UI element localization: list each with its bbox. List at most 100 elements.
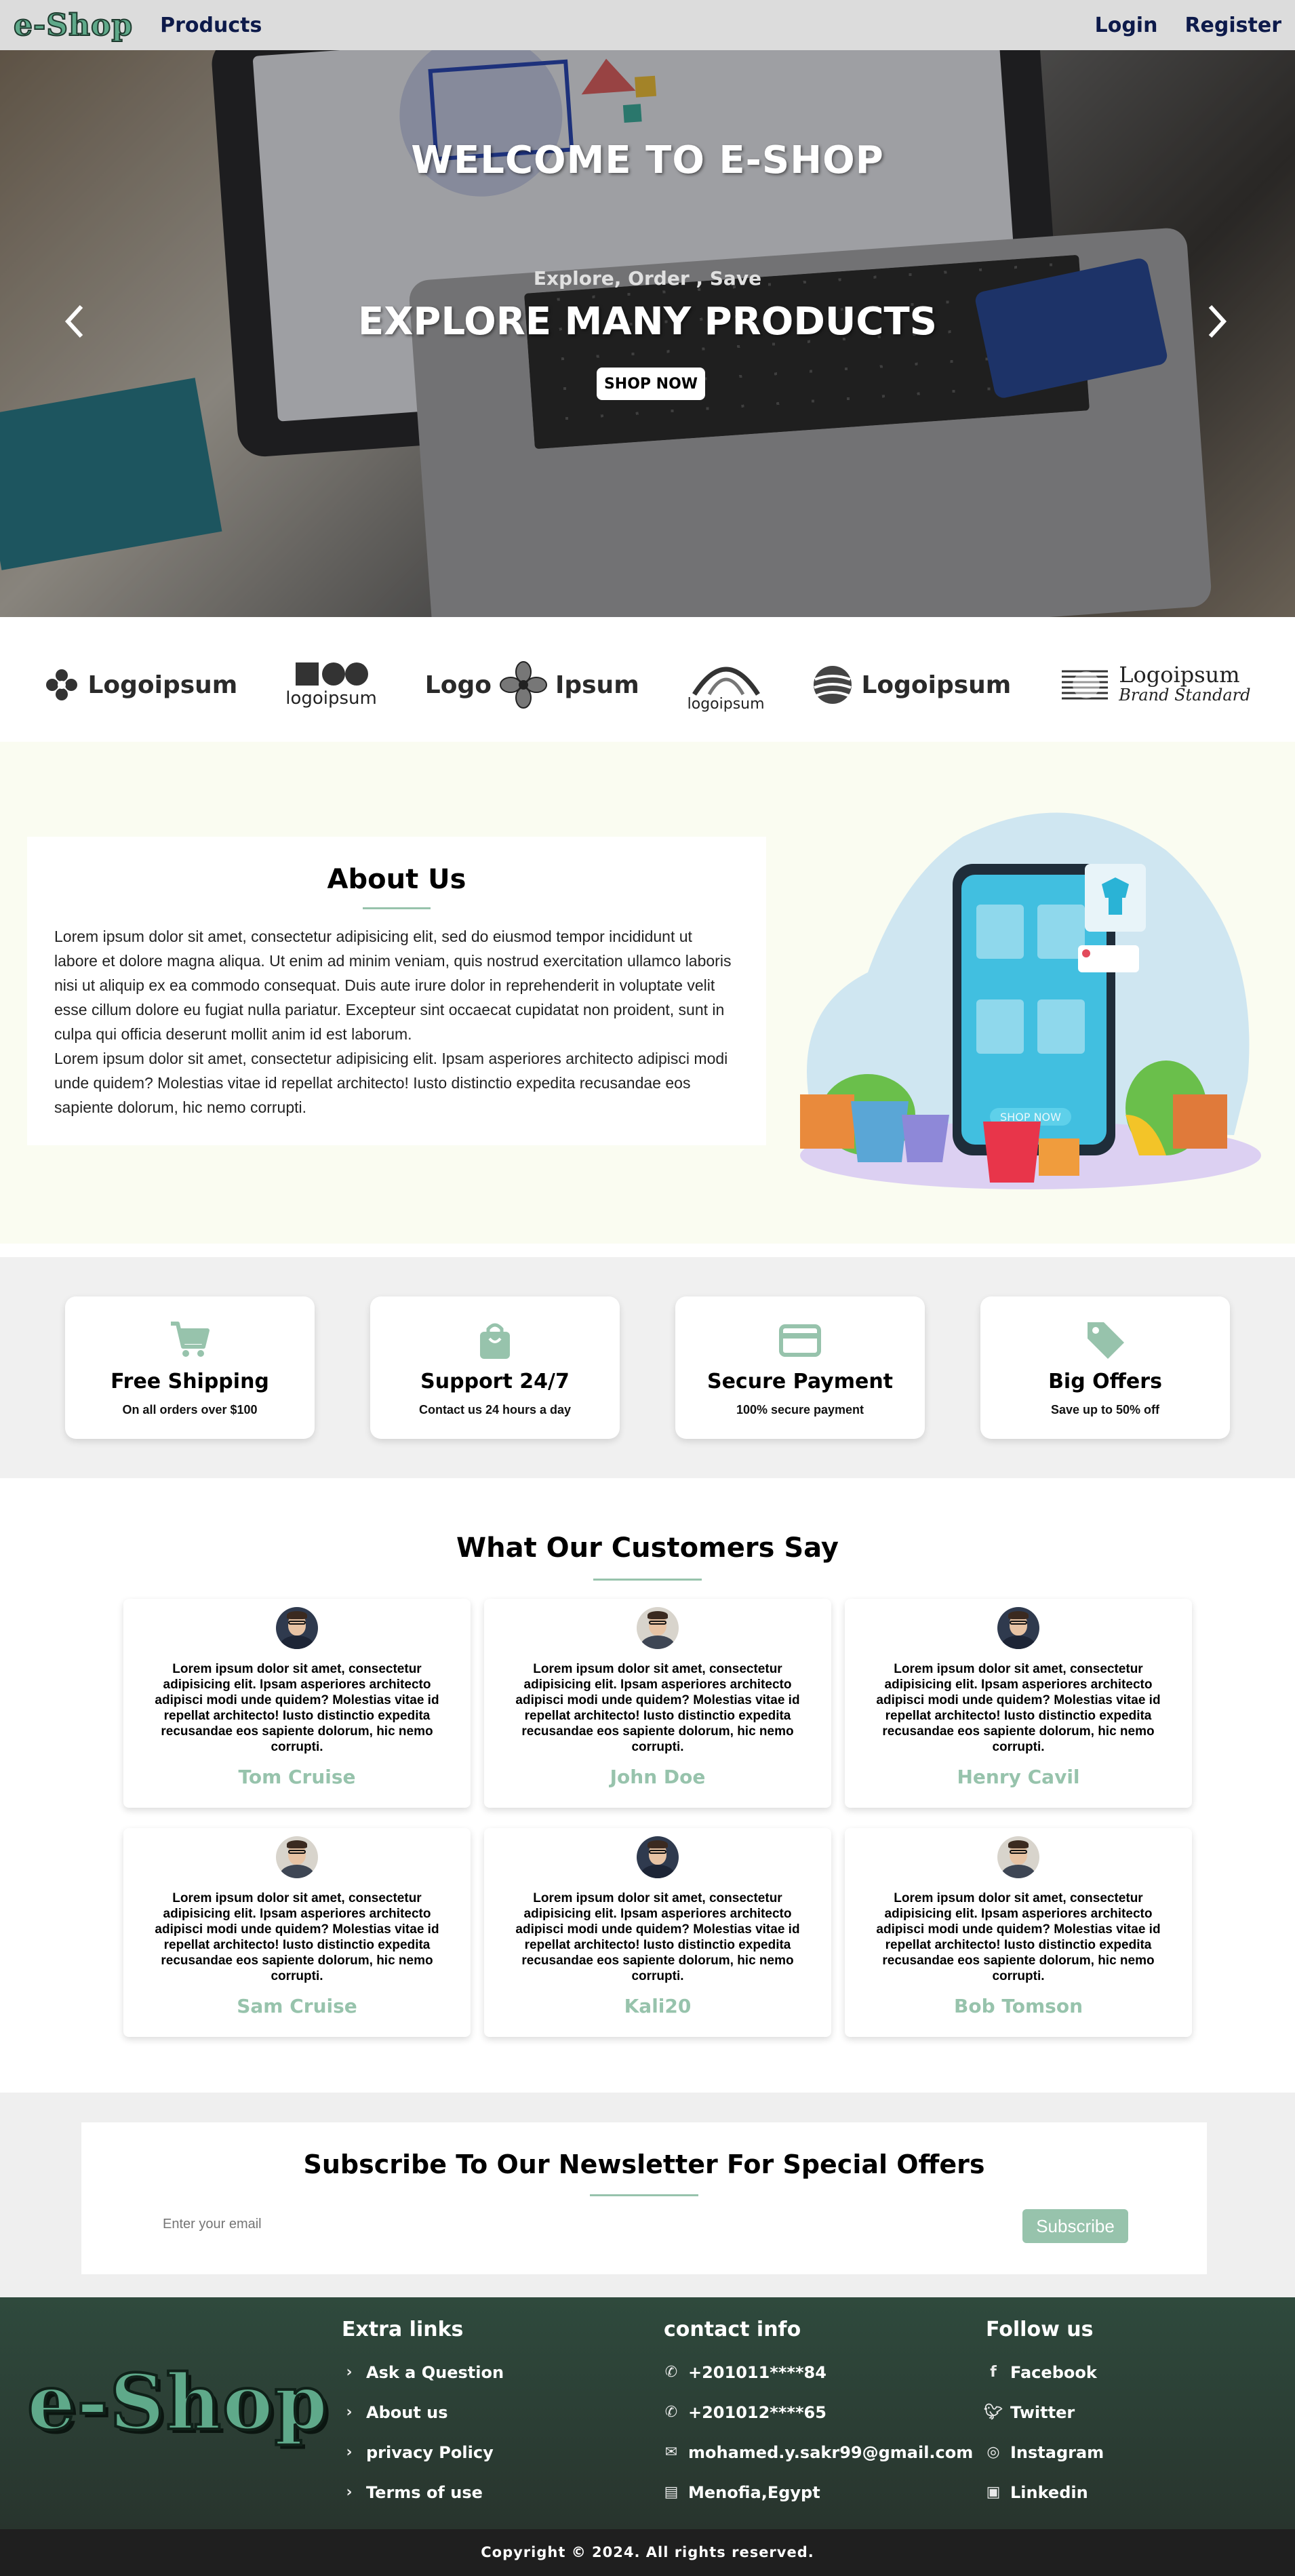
shop-now-button[interactable]: SHOP NOW bbox=[597, 368, 705, 400]
flower-logo-icon bbox=[46, 669, 78, 700]
hero-carousel: WELCOME TO E-SHOP Explore, Order , Save … bbox=[0, 50, 1295, 617]
testimonial-name: Sam Cruise bbox=[237, 1995, 357, 2017]
footer-follow-us: Follow us f Facebook 🐦︎ Twitter ◎ Instagram… bbox=[984, 2318, 1104, 2512]
about-text-box: About Us Lorem ipsum dolor sit amet, con… bbox=[27, 837, 766, 1145]
testimonials-title: What Our Customers Say bbox=[456, 1532, 839, 1564]
testimonial-card: Lorem ipsum dolor sit amet, consectetur … bbox=[123, 1599, 471, 1808]
footer-extra-links: Extra links › Ask a Question › About us › p… bbox=[342, 2318, 504, 2512]
nav-link-register[interactable]: Register bbox=[1184, 14, 1281, 37]
phone-icon: ✆ bbox=[664, 2404, 678, 2421]
footer-contact-phone-2[interactable]: ✆ +201012****65 bbox=[664, 2392, 973, 2432]
footer-link-terms[interactable]: › Terms of use bbox=[342, 2472, 504, 2512]
feature-card: Free Shipping On all orders over $100 bbox=[65, 1296, 315, 1439]
globe-logo-icon bbox=[814, 666, 852, 704]
footer-contact-email[interactable]: ✉ mohamed.y.sakr99@gmail.com bbox=[664, 2432, 974, 2472]
testimonial-name: Kali20 bbox=[624, 1995, 692, 2017]
newsletter-box: Subscribe To Our Newsletter For Special … bbox=[81, 2122, 1207, 2274]
brand-logo-text: Logo bbox=[424, 671, 492, 699]
footer-social-instagram[interactable]: ◎ Instagram bbox=[986, 2432, 1104, 2472]
footer-contact-label: Menofia,Egypt bbox=[688, 2482, 820, 2502]
map-icon: ▤ bbox=[664, 2484, 679, 2501]
subscribe-button[interactable]: Subscribe bbox=[1022, 2209, 1128, 2243]
footer-social-label: Facebook bbox=[1010, 2362, 1097, 2382]
brand-logo-text: logoipsum bbox=[687, 695, 765, 713]
facebook-icon: f bbox=[990, 2364, 997, 2381]
brand-logo-3: Logo Ipsum bbox=[425, 661, 639, 709]
brand-logo-tagline: Brand Standard bbox=[1119, 686, 1251, 705]
twitter-icon: 🐦︎ bbox=[984, 2404, 1003, 2421]
about-title: About Us bbox=[327, 864, 466, 895]
footer-social-facebook[interactable]: f Facebook bbox=[986, 2352, 1104, 2392]
footer-column-title: Follow us bbox=[986, 2318, 1094, 2341]
brand-logos-strip: Logoipsum logoipsum Logo Ipsum logoipsum bbox=[0, 628, 1295, 742]
testimonial-text: Lorem ipsum dolor sit amet, consectetur … bbox=[876, 1662, 1161, 1754]
footer-link-ask-question[interactable]: › Ask a Question bbox=[342, 2352, 504, 2392]
newsletter-title: Subscribe To Our Newsletter For Special … bbox=[303, 2149, 985, 2179]
about-section: About Us Lorem ipsum dolor sit amet, con… bbox=[0, 742, 1295, 1244]
feature-title: Big Offers bbox=[1048, 1370, 1162, 1393]
testimonial-name: Henry Cavil bbox=[957, 1766, 1080, 1788]
testimonial-card: Lorem ipsum dolor sit amet, consectetur … bbox=[845, 1828, 1192, 2037]
feature-card: Secure Payment 100% secure payment bbox=[675, 1296, 925, 1439]
footer-contact-label: +201011****84 bbox=[688, 2362, 826, 2382]
avatar bbox=[997, 1607, 1039, 1649]
footer-logo[interactable]: e-Shop bbox=[26, 2357, 329, 2449]
footer-social-twitter[interactable]: 🐦︎ Twitter bbox=[984, 2392, 1104, 2432]
footer-contact-address[interactable]: ▤ Menofia,Egypt bbox=[664, 2472, 973, 2512]
footer-link-privacy[interactable]: › privacy Policy bbox=[342, 2432, 504, 2472]
feature-desc: 100% secure payment bbox=[736, 1403, 864, 1416]
avatar bbox=[637, 1607, 679, 1649]
testimonials-grid: Lorem ipsum dolor sit amet, consectetur … bbox=[123, 1599, 1192, 2037]
newsletter-section: Subscribe To Our Newsletter For Special … bbox=[0, 2093, 1295, 2297]
testimonial-name: Tom Cruise bbox=[238, 1766, 356, 1788]
credit-card-icon bbox=[779, 1324, 821, 1357]
footer-contact-label: +201012****65 bbox=[688, 2402, 826, 2422]
footer: e-Shop Extra links › Ask a Question › Abou… bbox=[0, 2297, 1295, 2529]
envelope-icon: ✉ bbox=[664, 2444, 678, 2461]
testimonial-text: Lorem ipsum dolor sit amet, consectetur … bbox=[515, 1891, 800, 1983]
site-logo[interactable]: e-Shop bbox=[13, 7, 133, 43]
copyright-bar: Copyright © 2024. All rights reserved. bbox=[0, 2529, 1295, 2576]
title-underline bbox=[593, 1579, 702, 1581]
hero-subtitle: Explore, Order , Save bbox=[533, 267, 762, 290]
brand-logo-5: Logoipsum bbox=[812, 665, 1011, 705]
hero-title: WELCOME TO E-SHOP bbox=[411, 138, 884, 182]
hero-headline: EXPLORE MANY PRODUCTS bbox=[358, 300, 937, 344]
title-underline bbox=[363, 907, 431, 909]
testimonial-card: Lorem ipsum dolor sit amet, consectetur … bbox=[845, 1599, 1192, 1808]
brand-logo-text: Logoipsum bbox=[87, 671, 238, 699]
nav-left: e-Shop Products bbox=[13, 7, 262, 43]
nav-link-login[interactable]: Login bbox=[1095, 14, 1158, 37]
chevron-right-icon: › bbox=[346, 2404, 353, 2421]
avatar bbox=[997, 1836, 1039, 1878]
testimonial-text: Lorem ipsum dolor sit amet, consectetur … bbox=[876, 1891, 1161, 1983]
chevron-right-icon: › bbox=[346, 2444, 353, 2461]
avatar bbox=[276, 1607, 318, 1649]
footer-contact-phone-1[interactable]: ✆ +201011****84 bbox=[664, 2352, 973, 2392]
top-navbar: e-Shop Products Login Register bbox=[0, 0, 1295, 50]
footer-social-linkedin[interactable]: ▣ Linkedin bbox=[986, 2472, 1104, 2512]
brand-logo-1: Logoipsum bbox=[44, 667, 237, 702]
footer-link-about[interactable]: › About us bbox=[342, 2392, 504, 2432]
feature-title: Free Shipping bbox=[111, 1370, 269, 1393]
newsletter-email-input[interactable] bbox=[163, 2207, 963, 2241]
nav-link-products[interactable]: Products bbox=[160, 14, 262, 37]
testimonial-name: Bob Tomson bbox=[954, 1995, 1083, 2017]
brand-logo-text: Ipsum bbox=[555, 671, 639, 699]
petal-logo-icon bbox=[499, 661, 547, 709]
footer-column-title: Extra links bbox=[342, 2318, 464, 2341]
brand-logo-4: logoipsum bbox=[688, 658, 765, 713]
brand-logo-2: logoipsum bbox=[285, 661, 377, 709]
brand-logo-text: Logoipsum bbox=[1119, 662, 1240, 688]
feature-desc: Contact us 24 hours a day bbox=[418, 1403, 572, 1416]
feature-card: Big Offers Save up to 50% off bbox=[980, 1296, 1230, 1439]
carousel-prev-button[interactable] bbox=[54, 294, 95, 349]
instagram-icon: ◎ bbox=[987, 2444, 1000, 2461]
feature-title: Support 24/7 bbox=[420, 1370, 570, 1393]
testimonial-text: Lorem ipsum dolor sit amet, consectetur … bbox=[155, 1662, 439, 1754]
carousel-next-button[interactable] bbox=[1197, 294, 1237, 349]
nav-right: Login Register bbox=[1095, 14, 1281, 37]
chevron-right-icon: › bbox=[346, 2364, 353, 2381]
testimonial-card: Lorem ipsum dolor sit amet, consectetur … bbox=[484, 1828, 831, 2037]
arch-logo-icon bbox=[692, 667, 760, 696]
